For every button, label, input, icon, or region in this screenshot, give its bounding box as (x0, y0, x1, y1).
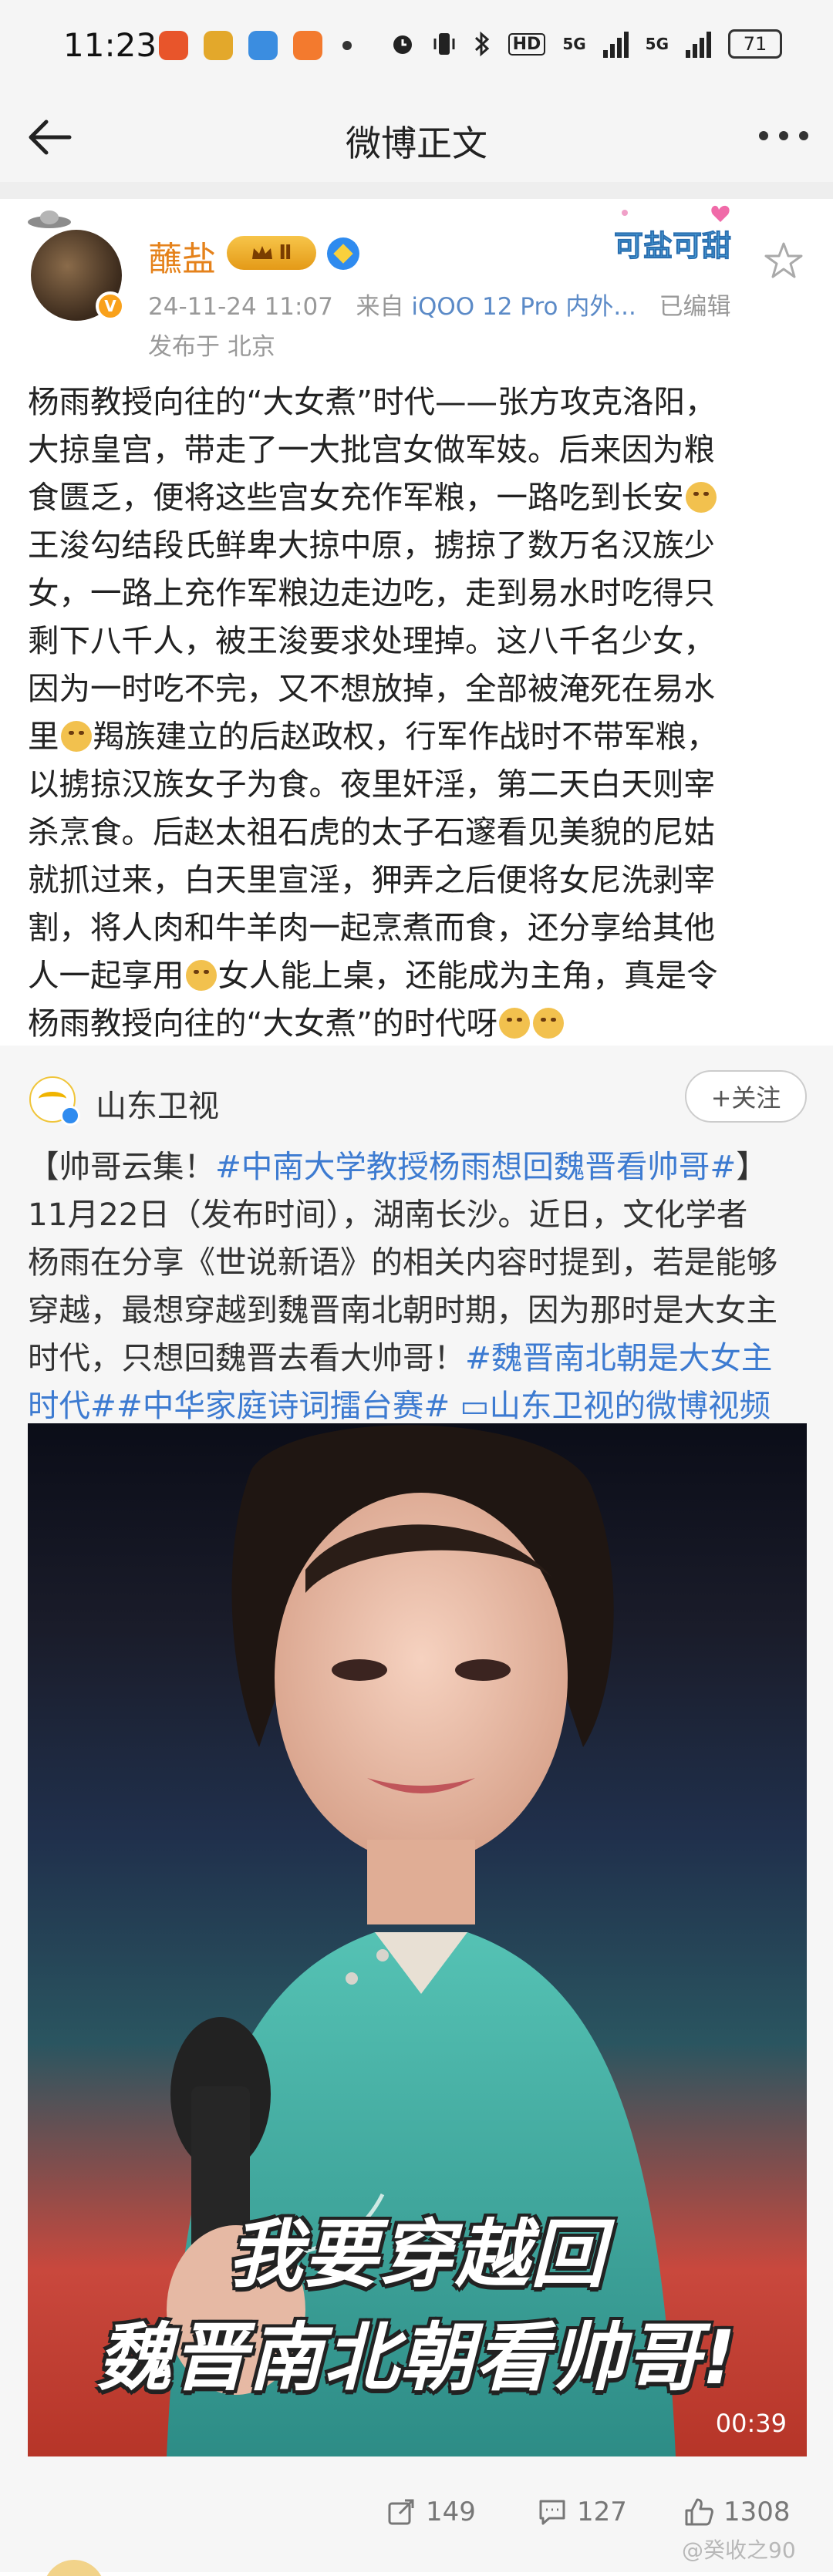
post-body-line: 人一起享用 女人能上桌，还能成为主角，真是令 (28, 957, 718, 994)
alarm-icon (393, 35, 412, 54)
hd-label: HD (508, 32, 546, 56)
video-caption-line2: 魏晋南北朝看帅哥! (97, 2315, 737, 2401)
post-body-line: 以掳掠汉族女子为食。夜里奸淫，第二天白天则宰 (28, 766, 715, 803)
sticker-text: 可盐可甜 (614, 229, 731, 263)
orange-app-icon (293, 31, 322, 60)
post-body-line: 女，一路上充作军粮边走边吃，走到易水时吃得只 (28, 574, 715, 611)
page-title: 微博正文 (346, 123, 487, 164)
crown-level-text: Ⅱ (278, 241, 292, 264)
signal-icon (602, 30, 629, 58)
hashtag-link[interactable]: 时代##中华家庭诗词擂台赛# (28, 1387, 450, 1424)
post-body-line: 大掠皇宫，带走了一大批宫女做军妓。后来因为粮 (28, 431, 715, 468)
notification-dot-icon (342, 41, 352, 50)
repost-text-line: 杨雨在分享《世说新语》的相关内容时提到，若是能够 (28, 1244, 777, 1281)
bluetooth-icon (474, 31, 489, 57)
status-indicators: HD 5G 5G 71 (390, 29, 782, 59)
watermark: @癸收之90 (682, 2537, 796, 2563)
header-divider (0, 182, 833, 199)
post-date: 24-11-24 11:07 (148, 293, 333, 321)
share-count: 149 (426, 2497, 476, 2527)
ting-app-icon (159, 31, 188, 60)
source-verified-icon (60, 1106, 80, 1126)
hashtag-link[interactable]: #魏晋南北朝是大女主 (465, 1339, 772, 1376)
post-body-line: 杨雨教授向往的“大女煮”的时代呀 (28, 999, 807, 1047)
comment-icon (539, 2500, 565, 2525)
action-bar: 149 127 1308 @癸收之90 (0, 2456, 833, 2572)
status-app-icons (159, 31, 352, 60)
source-prefix: 来自 (356, 293, 404, 321)
post-body-line: 里羯族建立的后赵政权，行军作战时不带军粮， (28, 718, 718, 755)
status-bar: 11:23 HD 5G 5G 71 (0, 0, 833, 93)
post-body-line: 因为一时吃不完，又不想放掉，全部被淹死在易水 (28, 670, 715, 707)
follow-button[interactable]: +关注 (685, 1070, 807, 1123)
ufo-decoration-icon (28, 210, 71, 228)
post-location: 发布于 北京 (148, 333, 275, 361)
emoji-icon (60, 721, 92, 752)
repost-text-line: 【帅哥云集！#中南大学教授杨雨想回魏晋看帅哥#】 (28, 1148, 767, 1185)
status-time: 11:23 (63, 26, 157, 64)
crown-icon (252, 246, 273, 259)
post-body: 杨雨教授向往的“大女煮”时代——张方攻克洛阳， 大掠皇宫，带走了一大批宫女做军妓。… (28, 378, 807, 1047)
video-caption-line1: 我要穿越回 (228, 2211, 606, 2298)
post-meta: 24-11-24 11:07 来自 iQOO 12 Pro 内外... 已编辑 (148, 287, 730, 322)
sticker-decoration: 可盐可甜 (614, 205, 732, 264)
crown-level-badge[interactable]: Ⅱ (227, 236, 316, 270)
username[interactable]: 蘸盐 (148, 231, 216, 281)
emoji-icon (685, 482, 717, 513)
post-body-line: 剩下八千人，被王浚要求处理掉。这八千名少女， (28, 622, 715, 659)
thumbs-up-icon (685, 2498, 713, 2526)
emoji-icon (498, 1008, 530, 1039)
source-link[interactable]: iQOO 12 Pro 内外... (411, 293, 636, 321)
video-duration: 00:39 (715, 2409, 787, 2438)
member-badge-icon[interactable] (327, 237, 359, 270)
more-options-icon[interactable] (759, 131, 808, 140)
video-player[interactable]: 我要穿越回 魏晋南北朝看帅哥! 00:39 (28, 1423, 807, 2456)
favorite-star-icon[interactable] (762, 239, 805, 282)
hashtag-link[interactable]: ▭山东卫视的微博视频 (460, 1387, 771, 1424)
like-button[interactable]: 1308 (683, 2497, 791, 2527)
avatar[interactable]: V (28, 210, 125, 321)
emoji-icon (185, 960, 217, 991)
post-body-line: 割，将人肉和牛羊肉一起烹煮而食，还分享给其他 (28, 909, 715, 946)
edited-label[interactable]: 已编辑 (659, 293, 730, 321)
hashtag-link[interactable] (450, 1387, 460, 1424)
post-body-line: 杀烹食。后赵太祖石虎的太子石邃看见美貌的尼姑 (28, 813, 715, 850)
net-label-1: 5G (562, 35, 586, 53)
post-body-line: 食匮乏，便将这些宫女充作军粮，一路吃到长安 (28, 473, 807, 521)
net-label-2: 5G (645, 35, 669, 53)
repost-text-line: 时代##中华家庭诗词擂台赛# ▭山东卫视的微博视频 (28, 1382, 807, 1429)
verified-badge: V (96, 291, 125, 321)
amber-app-icon (204, 31, 233, 60)
repost-text-line: 穿越，最想穿越到魏晋南北朝时期，因为那时是大女主 (28, 1291, 777, 1328)
title-bar: 微博正文 (0, 93, 833, 182)
repost-text-line: 时代，只想回魏晋去看大帅哥！#魏晋南北朝是大女主 (28, 1339, 773, 1376)
post-body-line: 王浚勾结段氏鲜卑大掠中原，掳掠了数万名汉族少 (28, 527, 715, 564)
blue-app-icon (248, 31, 278, 60)
share-icon (388, 2499, 414, 2525)
emoji-icon (532, 1008, 564, 1039)
hashtag-link[interactable]: #中南大学教授杨雨想回魏晋看帅哥# (215, 1148, 736, 1185)
repost-text: 【帅哥云集！#中南大学教授杨雨想回魏晋看帅哥#】 11月22日（发布时间），湖南长… (28, 1143, 807, 1429)
post-body-line: 就抓过来，白天里宣淫，狎弄之后便将女尼洗剥宰 (28, 861, 715, 898)
post-body-line: 杨雨教授向往的“大女煮”时代——张方攻克洛阳， (28, 383, 717, 420)
source-name[interactable]: 山东卫视 (96, 1081, 219, 1126)
battery-icon: 71 (728, 29, 782, 59)
like-count: 1308 (723, 2497, 791, 2527)
vibrate-icon (433, 33, 455, 55)
repost-text-line: 11月22日（发布时间），湖南长沙。近日，文化学者 (28, 1196, 748, 1233)
signal-icon-2 (686, 30, 711, 58)
repost-card[interactable]: 山东卫视 +关注 【帅哥云集！#中南大学教授杨雨想回魏晋看帅哥#】 11月22日（… (0, 1046, 833, 2456)
comment-count: 127 (577, 2497, 627, 2527)
comment-button[interactable]: 127 (537, 2497, 627, 2527)
share-button[interactable]: 149 (386, 2497, 476, 2527)
